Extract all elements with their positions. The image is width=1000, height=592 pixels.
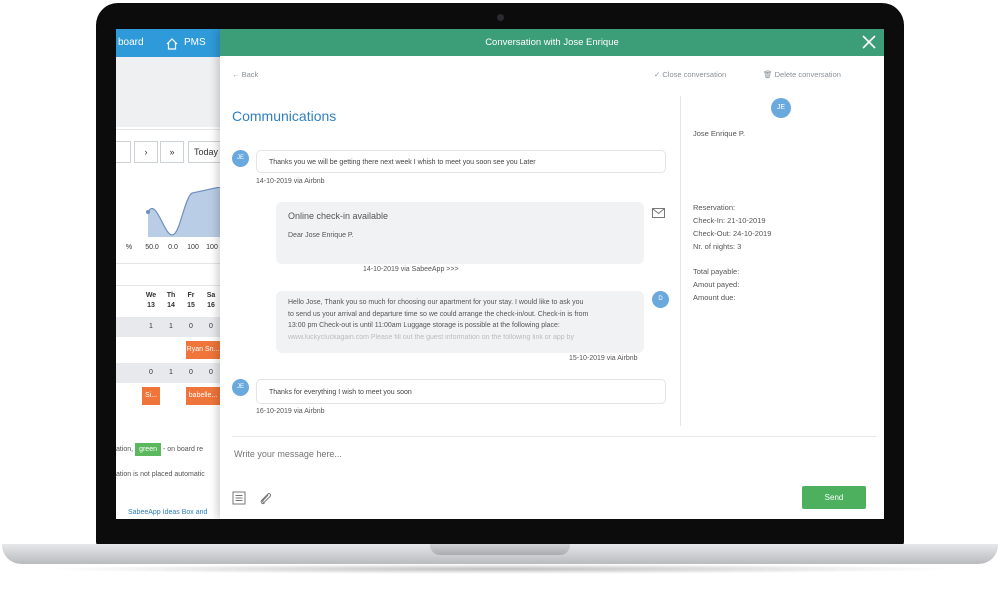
background-panel — [116, 57, 220, 127]
message-meta: 14-10-2019 via Airbnb — [256, 178, 325, 185]
calendar-cell: 1 — [169, 323, 173, 330]
legend-prefix: ation, — [116, 446, 134, 453]
avatar: JE — [232, 150, 249, 167]
checkin-date: Check-In: 21-10-2019 — [693, 216, 766, 225]
calendar-cell: 1 — [149, 323, 153, 330]
calendar-cell: 0 — [209, 369, 213, 376]
message-line: www.luckycluckagain.com Please fill out … — [288, 333, 574, 341]
close-conversation-button[interactable]: ✓ Close conversation — [654, 70, 726, 79]
legend-text: ation, green - on board re — [116, 443, 204, 456]
close-icon[interactable] — [860, 33, 878, 51]
reservation-details: Reservation: Check-In: 21-10-2019 Check-… — [693, 201, 771, 253]
checkout-date: Check-Out: 24-10-2019 — [693, 229, 772, 238]
day-number: 14 — [167, 302, 175, 309]
reservation-label: Reservation: — [693, 203, 736, 212]
message-meta: 16-10-2019 via Airbnb — [256, 408, 325, 415]
modal-title: Conversation with Jose Enrique — [485, 37, 619, 48]
host-message-bubble: Hello Jose, Thank you so much for choosi… — [276, 291, 644, 353]
ideas-box-link[interactable]: SabeeApp Ideas Box and — [128, 509, 207, 516]
legend-badge: green — [135, 443, 161, 456]
checkin-text: Dear Jose Enrique P. — [288, 232, 354, 239]
message-bubble: Thanks for everything I wish to meet you… — [256, 379, 666, 404]
send-button[interactable]: Send — [802, 486, 866, 509]
total-payable: Total payable: — [693, 267, 740, 276]
section-title: Communications — [232, 108, 337, 124]
back-label: Back — [241, 70, 259, 79]
divider — [116, 263, 220, 264]
guest-avatar: JE — [771, 98, 791, 118]
amount-due: Amount due: — [693, 293, 736, 302]
message-bubble: Thanks you we will be getting there next… — [256, 150, 666, 173]
vertical-divider — [680, 96, 681, 426]
next-button[interactable]: › — [134, 141, 158, 163]
payment-details: Total payable: Amout payed: Amount due: — [693, 265, 739, 304]
message-input[interactable] — [232, 443, 876, 465]
tab-dashboard[interactable]: board — [118, 29, 144, 57]
webcam — [497, 14, 504, 21]
amount-payed: Amout payed: — [693, 280, 740, 289]
back-arrow-icon: ← — [232, 70, 240, 79]
host-message-text: Hello Jose, Thank you so much for choosi… — [288, 297, 638, 343]
chart-value: 0.0 — [168, 244, 178, 251]
message-meta: 15-10-2019 via Airbnb — [569, 355, 638, 362]
home-icon — [165, 35, 179, 50]
template-icon[interactable] — [232, 491, 246, 505]
avatar: JE — [232, 379, 249, 396]
booking-block[interactable]: Ryan Sn... — [186, 341, 220, 359]
divider — [116, 285, 220, 286]
modal-header: Conversation with Jose Enrique — [220, 29, 884, 56]
checkmark-icon: ✓ — [654, 70, 661, 79]
chart-value: 50.0 — [145, 244, 159, 251]
calendar-cell: 0 — [209, 323, 213, 330]
tab-pms[interactable]: PMS — [184, 29, 206, 57]
chart-value: 100 — [187, 244, 199, 251]
legend-note: ation is not placed automatic — [116, 471, 205, 478]
fast-forward-button[interactable]: » — [160, 141, 184, 163]
day-number: 13 — [147, 302, 155, 309]
paperclip-icon[interactable] — [258, 491, 272, 505]
back-link[interactable]: ← Back — [232, 70, 258, 79]
trash-icon: 🗑 — [763, 70, 773, 79]
message-line: Hello Jose, Thank you so much for choosi… — [288, 299, 584, 306]
close-conversation-label: Close conversation — [662, 70, 727, 79]
message-line: to send us your arrival and departure ti… — [288, 310, 589, 318]
background-app: board PMS › » Today % 50.0 0.0 100 100 W… — [116, 29, 224, 519]
conversation-modal: Conversation with Jose Enrique ← Back ✓ … — [220, 29, 884, 519]
calendar-grid: % 50.0 0.0 100 100 We Th Fr Sa 13 14 15 … — [116, 187, 220, 437]
day-number: 15 — [187, 302, 195, 309]
envelope-icon[interactable] — [652, 205, 665, 223]
nav-control[interactable] — [116, 141, 131, 163]
booking-block[interactable]: babelle... — [186, 387, 220, 405]
calendar-cell: 0 — [189, 369, 193, 376]
delete-conversation-label: Delete conversation — [774, 70, 841, 79]
calendar-cell: 0 — [189, 323, 193, 330]
chart-value: 100 — [206, 244, 218, 251]
chart-unit: % — [125, 244, 133, 251]
calendar-cell: 1 — [169, 369, 173, 376]
calendar-cell: 0 — [149, 369, 153, 376]
legend-suffix: - on board re — [162, 446, 204, 453]
message-meta: 14-10-2019 via SabeeApp >>> — [363, 266, 459, 273]
composer-divider — [232, 436, 876, 437]
message-line: 13:00 pm Check-out is until 11:00am Lugg… — [288, 322, 560, 329]
day-number: 16 — [207, 302, 215, 309]
booking-block[interactable]: Si... — [142, 387, 160, 405]
laptop-shadow — [40, 564, 960, 574]
laptop-notch — [430, 544, 570, 555]
guest-name: Jose Enrique P. — [693, 129, 745, 138]
nights-count: Nr. of nights: 3 — [693, 242, 742, 251]
background-topbar: board PMS — [116, 29, 220, 57]
checkin-title: Online check-in available — [288, 211, 389, 221]
today-button[interactable]: Today — [188, 141, 224, 163]
screen: board PMS › » Today % 50.0 0.0 100 100 W… — [116, 29, 884, 519]
checkin-message-bubble: Online check-in available Dear Jose Enri… — [276, 202, 644, 264]
divider — [116, 129, 220, 130]
avatar: D — [652, 291, 669, 308]
delete-conversation-button[interactable]: 🗑 Delete conversation — [763, 70, 841, 79]
